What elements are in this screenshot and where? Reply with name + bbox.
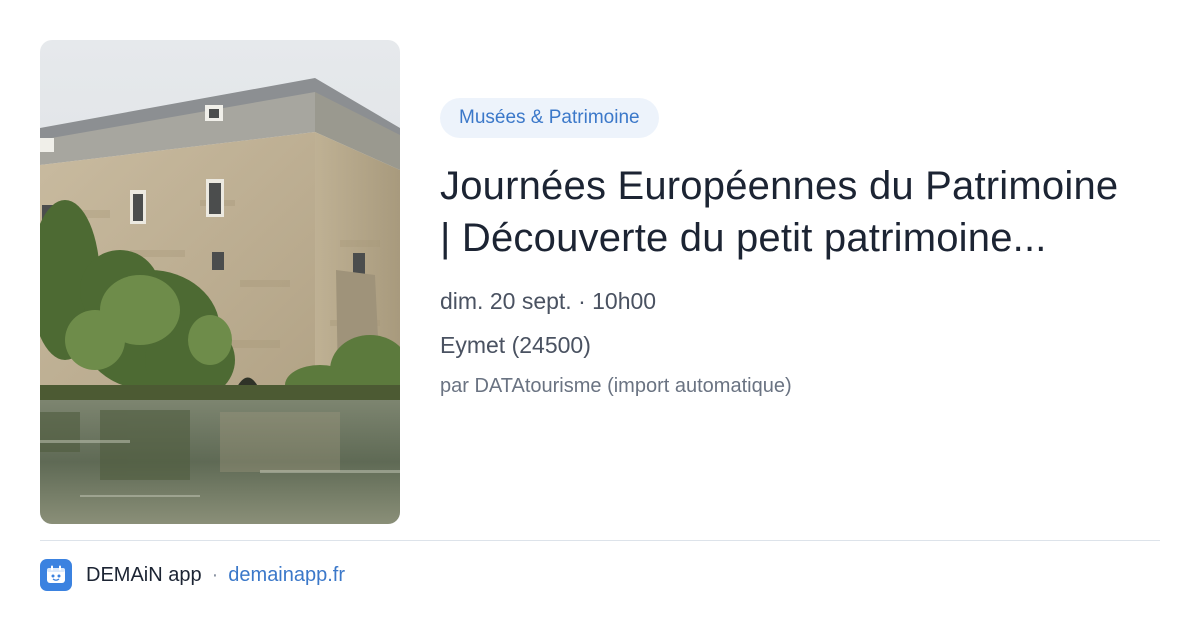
app-name: DEMAiN app [86,563,202,586]
app-website-link[interactable]: demainapp.fr [228,564,345,587]
footer: DEMAiN app · demainapp.fr [40,559,345,591]
event-details: Musées & Patrimoine Journées Européennes… [440,98,1160,400]
footer-separator: · [211,563,219,586]
event-datetime: dim. 20 sept. · 10h00 [440,288,657,314]
event-location: Eymet (24500) [440,332,591,358]
event-photo [40,40,400,524]
category-badge[interactable]: Musées & Patrimoine [440,98,659,138]
event-source: par DATAtourisme (import automatique) [440,375,792,397]
event-title[interactable]: Journées Européennes du Patrimoine | Déc… [440,160,1140,264]
footer-divider [40,540,1160,541]
event-image[interactable] [40,40,400,524]
app-logo-icon [40,559,72,591]
